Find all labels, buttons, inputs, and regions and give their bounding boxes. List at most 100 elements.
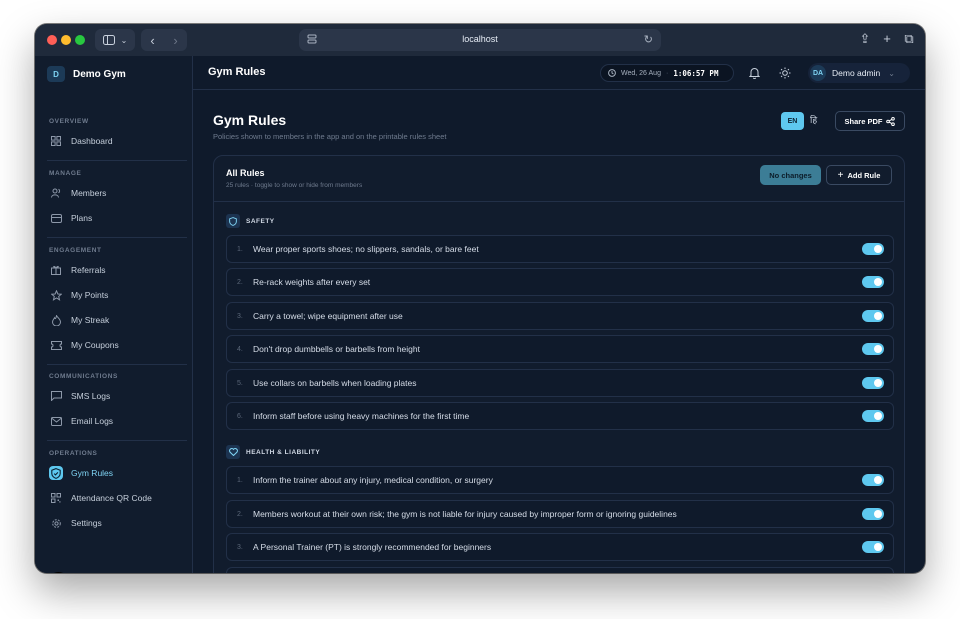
minimize-window-button[interactable] <box>61 35 71 45</box>
chevron-down-icon: ⌄ <box>120 35 128 45</box>
sidebar-item-plans[interactable]: Plans <box>43 208 185 228</box>
sidebar-item-label: SMS Logs <box>71 391 111 401</box>
bell-icon <box>748 68 760 79</box>
rule-row: 3. Carry a towel; wipe equipment after u… <box>226 302 894 330</box>
rule-number: 5. <box>237 379 243 387</box>
brand[interactable]: D Demo Gym <box>47 66 126 82</box>
page-title: Gym Rules <box>213 112 287 128</box>
rule-number: 1. <box>237 476 243 484</box>
sidebar-item-label: Members <box>71 188 107 198</box>
sidebar-item-settings[interactable]: Settings <box>43 513 185 533</box>
chevron-down-icon: ⌄ <box>888 68 895 78</box>
rule-visibility-toggle[interactable] <box>862 508 884 520</box>
users-icon <box>49 186 63 200</box>
rule-text: A Personal Trainer (PT) is strongly reco… <box>253 542 492 552</box>
rule-row: 3. A Personal Trainer (PT) is strongly r… <box>226 533 894 561</box>
card-icon <box>49 211 63 225</box>
share-pdf-button[interactable]: Share PDF <box>835 111 905 131</box>
category-name: HEALTH & LIABILITY <box>246 448 321 456</box>
add-rule-button[interactable]: + Add Rule <box>826 165 892 185</box>
new-tab-icon[interactable]: + <box>881 31 893 47</box>
rule-text: Inform staff before using heavy machines… <box>253 411 470 421</box>
rule-row: 2. Re-rack weights after every set <box>226 268 894 296</box>
shield-icon <box>226 214 240 228</box>
reload-icon[interactable]: ↻ <box>644 33 653 46</box>
rule-number: 2. <box>237 278 243 286</box>
language-en-button[interactable]: EN <box>781 112 804 130</box>
rule-visibility-toggle[interactable] <box>862 377 884 389</box>
share-icon[interactable]: ⇪ <box>859 31 871 47</box>
sidebar-item-label: Settings <box>71 518 102 528</box>
rule-visibility-toggle[interactable] <box>862 410 884 422</box>
rule-visibility-toggle[interactable] <box>862 310 884 322</box>
rule-text: Wear proper sports shoes; no slippers, s… <box>253 244 479 254</box>
card-title: All Rules <box>226 168 265 178</box>
user-menu[interactable]: DA Demo admin ⌄ <box>808 63 910 83</box>
header-title: Gym Rules <box>208 66 266 78</box>
sidebar-item-sms-logs[interactable]: SMS Logs <box>43 386 185 406</box>
tabs-overview-icon[interactable]: ⧉ <box>903 31 915 47</box>
close-window-button[interactable] <box>47 35 57 45</box>
sidebar-item-label: Email Logs <box>71 416 114 426</box>
mail-icon <box>49 414 63 428</box>
sidebar-item-attendance-qr-code[interactable]: Attendance QR Code <box>43 488 185 508</box>
share-pdf-label: Share PDF <box>844 116 883 126</box>
gift-icon <box>49 263 63 277</box>
sidebar-item-referrals[interactable]: Referrals <box>43 260 185 280</box>
rule-number: 2. <box>237 510 243 518</box>
rule-visibility-toggle[interactable] <box>862 243 884 255</box>
sidebar-item-members[interactable]: Members <box>43 183 185 203</box>
sidebar-item-label: Attendance QR Code <box>71 493 152 503</box>
notifications-button[interactable] <box>747 66 761 80</box>
browser-toolbar: ⌄ ‹ › localhost ↻ ⇪ + ⧉ <box>35 24 925 56</box>
sidebar-item-dashboard[interactable]: Dashboard <box>43 131 185 151</box>
main-content: Gym Rules Policies shown to members in t… <box>193 91 925 573</box>
rule-visibility-toggle[interactable] <box>862 474 884 486</box>
maximize-window-button[interactable] <box>75 35 85 45</box>
theme-toggle-button[interactable] <box>778 66 792 80</box>
category-name: SAFETY <box>246 217 275 225</box>
rule-number: 3. <box>237 312 243 320</box>
time-text: 1:06:57 PM <box>673 68 719 78</box>
divider <box>47 237 187 238</box>
category-header-safety: SAFETY <box>226 214 275 228</box>
sidebar-item-label: Dashboard <box>71 136 113 146</box>
url-text: localhost <box>462 34 498 44</box>
rule-number: 3. <box>237 543 243 551</box>
sidebar-toggle-button[interactable]: ⌄ <box>95 29 135 51</box>
grid-icon <box>49 134 63 148</box>
browser-actions: ⇪ + ⧉ <box>859 31 915 47</box>
plus-icon: + <box>837 169 844 181</box>
section-label-manage: MANAGE <box>49 170 82 177</box>
address-bar[interactable]: localhost ↻ <box>299 29 661 51</box>
sidebar: D Demo Gym OVERVIEW Dashboard MANAGE Mem… <box>35 56 193 573</box>
rules-card-header: All Rules 25 rules · toggle to show or h… <box>214 156 904 202</box>
sidebar-item-email-logs[interactable]: Email Logs <box>43 411 185 431</box>
forward-icon[interactable]: › <box>173 33 177 48</box>
rule-row: 4. Don't drop dumbbells or barbells from… <box>226 335 894 363</box>
back-icon[interactable]: ‹ <box>150 33 154 48</box>
rule-visibility-toggle[interactable] <box>862 276 884 288</box>
rule-row <box>226 567 894 573</box>
sidebar-item-my-coupons[interactable]: My Coupons <box>43 335 185 355</box>
rule-visibility-toggle[interactable] <box>862 541 884 553</box>
clock-icon <box>608 69 616 77</box>
rule-text: Carry a towel; wipe equipment after use <box>253 311 403 321</box>
sidebar-item-gym-rules[interactable]: Gym Rules <box>43 463 185 483</box>
no-changes-button[interactable]: No changes <box>760 165 821 185</box>
add-rule-label: Add Rule <box>847 170 881 180</box>
flame-icon <box>49 313 63 327</box>
sidebar-item-label: Gym Rules <box>71 468 114 478</box>
date-text: Wed, 26 Aug <box>621 69 661 77</box>
dev-tools-avatar[interactable]: N <box>48 572 69 573</box>
sun-icon <box>779 67 791 79</box>
section-label-operations: OPERATIONS <box>49 450 98 457</box>
sidebar-item-my-streak[interactable]: My Streak <box>43 310 185 330</box>
date-time-display: Wed, 26 Aug · 1:06:57 PM <box>600 64 734 82</box>
divider <box>47 160 187 161</box>
sidebar-item-my-points[interactable]: My Points <box>43 285 185 305</box>
language-hi-button[interactable]: हि <box>810 113 817 126</box>
rule-text: Inform the trainer about any injury, med… <box>253 475 493 485</box>
rule-visibility-toggle[interactable] <box>862 343 884 355</box>
rules-card: All Rules 25 rules · toggle to show or h… <box>213 155 905 573</box>
